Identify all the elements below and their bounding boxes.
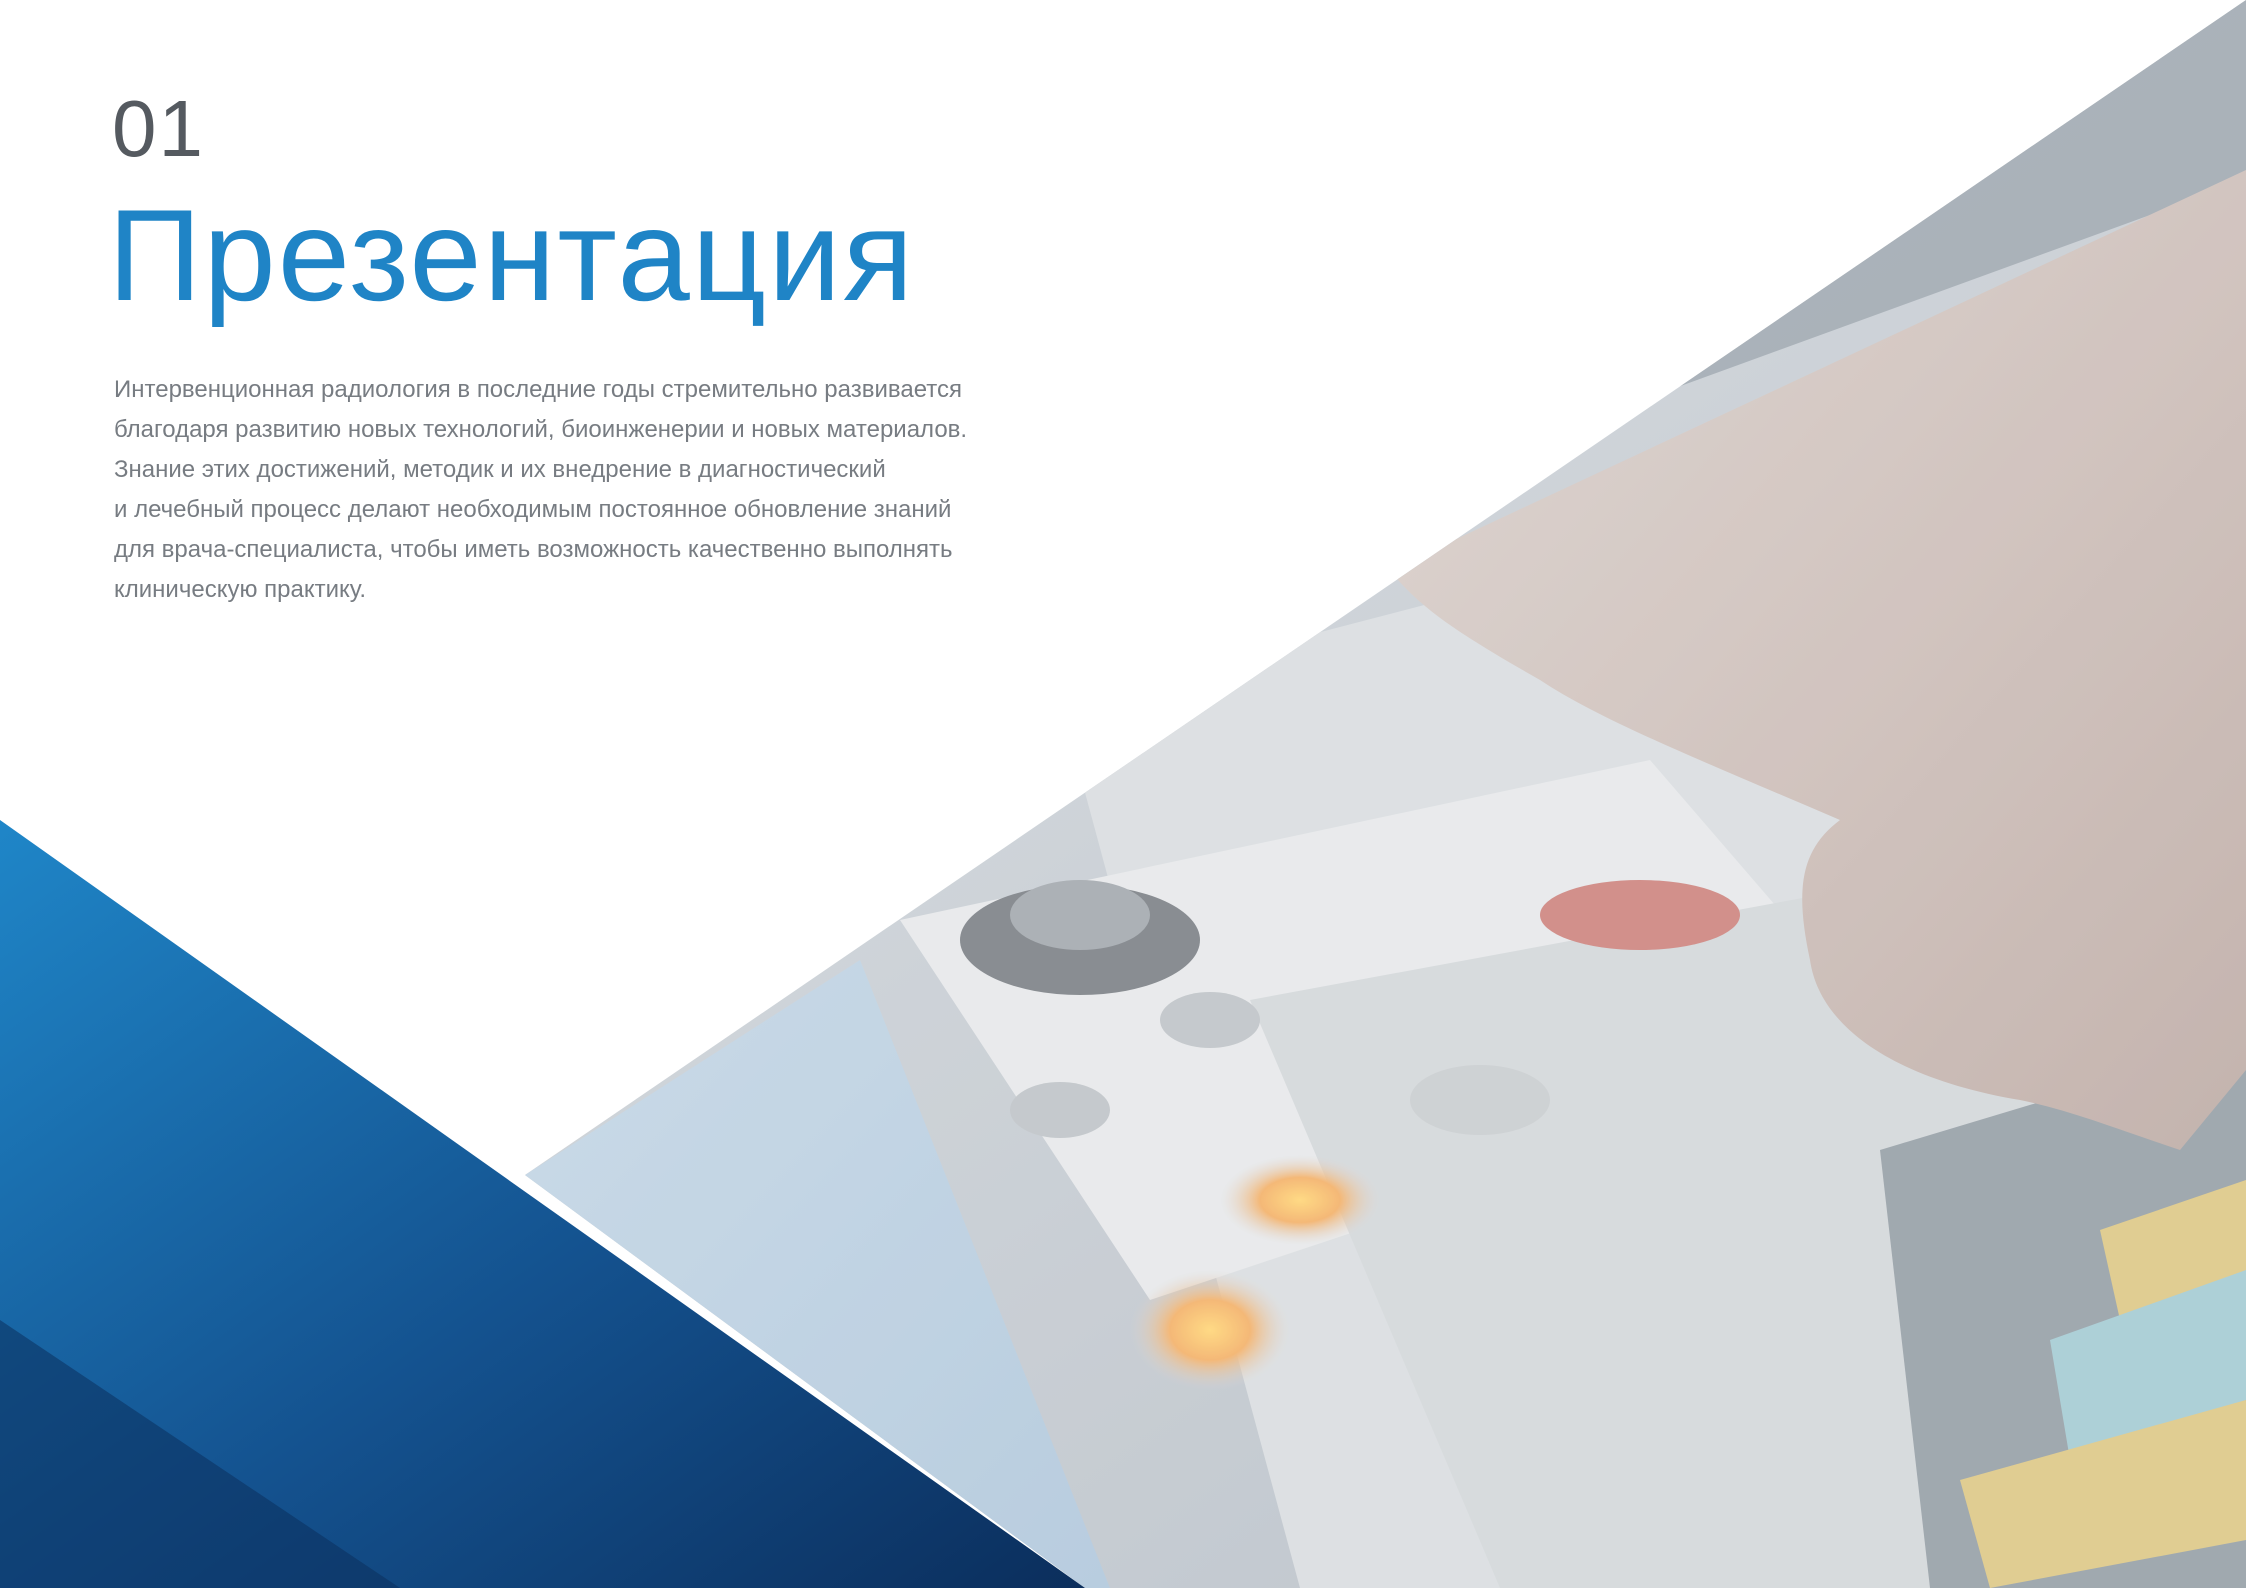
intro-line: благодаря развитию новых технологий, био… [114,416,968,443]
intro-line: и лечебный процесс делают необходимым по… [114,496,952,523]
intro-line: клиническую практику. [114,576,367,603]
intro-line: Интервенционная радиология в последние г… [114,376,962,403]
intro-paragraph: Интервенционная радиология в последние г… [114,370,1074,610]
page-title: Презентация [108,182,916,328]
intro-line: для врача-специалиста, чтобы иметь возмо… [114,536,953,563]
brochure-page: 01 Презентация Интервенционная радиологи… [0,0,2246,1588]
intro-line: Знание этих достижений, методик и их вне… [114,456,886,483]
section-number: 01 [112,84,205,173]
